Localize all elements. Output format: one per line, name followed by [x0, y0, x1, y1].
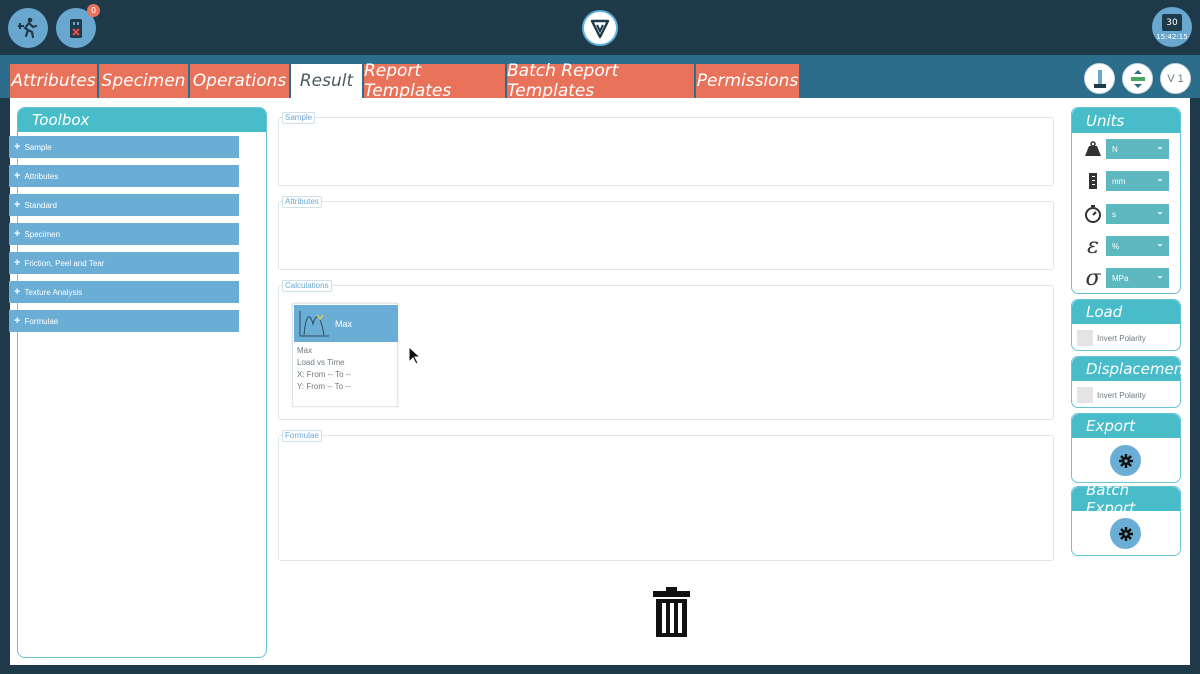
toolbox-item-friction[interactable]: + Friction, Peel and Tear: [9, 252, 239, 274]
version-button[interactable]: V 1: [1160, 63, 1191, 94]
load-invert-label: Invert Polarity: [1097, 333, 1146, 343]
epsilon-icon: ε: [1087, 233, 1099, 259]
clock-button[interactable]: 30 15:42:15: [1152, 7, 1192, 47]
calculation-card-max[interactable]: Max Max Load vs Time X: From -- To -- Y:…: [292, 303, 398, 407]
app-logo: [582, 10, 618, 46]
load-invert-polarity[interactable]: Invert Polarity: [1077, 330, 1146, 346]
tab-permissions[interactable]: Permissions: [696, 64, 799, 98]
peak-graph-icon: [299, 311, 329, 337]
logo-icon: [590, 19, 610, 39]
plus-icon: +: [14, 286, 21, 298]
stress-unit-value: MPa: [1112, 273, 1129, 283]
toolbox-item-sample[interactable]: + Sample: [9, 136, 239, 158]
calculation-card-header: Max: [294, 305, 398, 342]
plus-icon: +: [14, 170, 21, 182]
batch-export-settings-button[interactable]: [1110, 518, 1141, 549]
stopwatch-icon: [1082, 203, 1104, 225]
sigma-icon: σ: [1085, 265, 1101, 291]
gear-icon: [1118, 453, 1133, 468]
toolbox-item-attributes[interactable]: + Attributes: [9, 165, 239, 187]
calculations-section-legend: Calculations: [282, 280, 332, 292]
load-invert-checkbox[interactable]: [1077, 330, 1093, 346]
toolbox-item-label: Standard: [24, 200, 57, 210]
plus-icon: +: [14, 141, 21, 153]
calculation-card-graph: Load vs Time: [297, 358, 345, 367]
clock-time: 15:42:15: [1156, 33, 1188, 41]
force-unit-value: N: [1112, 144, 1118, 154]
sample-section[interactable]: Sample: [278, 112, 1054, 186]
chevron-down-icon: [1157, 179, 1163, 182]
chevron-down-icon: [1157, 244, 1163, 247]
calendar-icon: 30: [1162, 14, 1182, 31]
plus-icon: +: [14, 257, 21, 269]
plus-icon: +: [14, 199, 21, 211]
test-frame-icon: [1093, 69, 1106, 88]
trash-button[interactable]: [653, 587, 690, 637]
plus-icon: +: [14, 315, 21, 327]
attributes-section-legend: Attributes: [282, 196, 322, 208]
tab-operations[interactable]: Operations: [190, 64, 289, 98]
usb-drive-icon: [70, 19, 82, 38]
chevron-down-icon: [1157, 212, 1163, 215]
displacement-invert-label: Invert Polarity: [1097, 390, 1146, 400]
tab-attributes[interactable]: Attributes: [10, 64, 97, 98]
calculation-card-name: Max: [297, 346, 313, 355]
toolbox-item-specimen[interactable]: + Specimen: [9, 223, 239, 245]
plus-icon: +: [14, 228, 21, 240]
formulae-section-legend: Formulae: [282, 430, 322, 442]
length-unit-value: mm: [1112, 176, 1126, 186]
gap-adjust-button[interactable]: [1122, 63, 1153, 94]
usb-status-button[interactable]: 0: [56, 4, 100, 48]
chevron-down-icon: [1157, 276, 1163, 279]
toolbox-panel: Toolbox: [17, 107, 267, 658]
batch-export-title: Batch Export: [1072, 481, 1180, 517]
sample-section-legend: Sample: [282, 112, 316, 124]
strain-unit-value: %: [1112, 241, 1120, 251]
toolbox-item-label: Friction, Peel and Tear: [24, 258, 105, 268]
tab-specimen[interactable]: Specimen: [99, 64, 188, 98]
displacement-invert-checkbox[interactable]: [1077, 387, 1093, 403]
weight-icon: [1082, 138, 1104, 160]
units-title: Units: [1072, 108, 1180, 133]
stress-unit-select[interactable]: MPa: [1106, 268, 1169, 288]
displacement-title: Displacement: [1072, 357, 1189, 381]
toolbox-item-label: Specimen: [24, 229, 61, 239]
toolbox-item-texture[interactable]: + Texture Analysis: [9, 281, 239, 303]
toolbox-item-label: Attributes: [24, 171, 59, 181]
export-title: Export: [1072, 414, 1180, 438]
formulae-section[interactable]: Formulae: [278, 430, 1054, 561]
mouse-cursor-icon: [408, 346, 422, 365]
gear-icon: [1118, 526, 1133, 541]
exit-button[interactable]: [8, 8, 48, 48]
test-machine-button[interactable]: [1084, 63, 1115, 94]
usb-count-badge: 0: [87, 4, 100, 17]
toolbox-item-label: Formulae: [24, 316, 59, 326]
attributes-section[interactable]: Attributes: [278, 196, 1054, 270]
toolbox-item-standard[interactable]: + Standard: [9, 194, 239, 216]
length-unit-select[interactable]: mm: [1106, 171, 1169, 191]
strain-unit-select[interactable]: %: [1106, 236, 1169, 256]
calculation-card-y-range: Y: From -- To --: [297, 382, 351, 391]
tab-batch-report-templates[interactable]: Batch Report Templates: [507, 61, 694, 101]
chevron-down-icon: [1157, 147, 1163, 150]
calculation-card-x-range: X: From -- To --: [297, 370, 352, 379]
toolbox-item-label: Sample: [24, 142, 52, 152]
force-unit-select[interactable]: N: [1106, 139, 1169, 159]
export-settings-button[interactable]: [1110, 445, 1141, 476]
trash-icon: [653, 587, 690, 637]
displacement-invert-polarity[interactable]: Invert Polarity: [1077, 387, 1146, 403]
toolbox-item-formulae[interactable]: + Formulae: [9, 310, 239, 332]
time-unit-select[interactable]: s: [1106, 204, 1169, 224]
tab-report-templates[interactable]: Report Templates: [364, 61, 505, 101]
calculation-card-title: Max: [335, 319, 353, 329]
gap-adjust-icon: [1130, 69, 1145, 88]
top-bar: 0 30 15:42:15: [0, 0, 1200, 55]
load-title: Load: [1072, 300, 1180, 324]
toolbox-title: Toolbox: [18, 108, 266, 132]
toolbox-item-label: Texture Analysis: [24, 287, 83, 297]
tab-result[interactable]: Result: [291, 64, 362, 98]
ruler-icon: [1082, 170, 1104, 192]
time-unit-value: s: [1112, 209, 1116, 219]
exit-runner-icon: [18, 17, 38, 39]
